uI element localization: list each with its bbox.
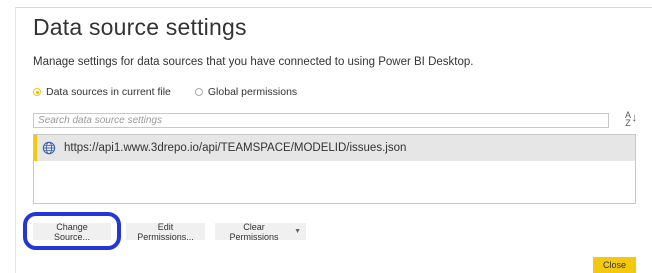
radio-global-permissions[interactable]: Global permissions — [194, 86, 298, 98]
close-button[interactable]: Close — [593, 257, 636, 273]
radio-current-file-label: Data sources in current file — [46, 86, 171, 98]
radio-checked-icon[interactable] — [33, 88, 41, 96]
radio-global-permissions-label: Global permissions — [207, 86, 298, 98]
sort-down-arrow-icon: ↓ — [631, 112, 638, 124]
radio-current-file[interactable]: Data sources in current file — [33, 86, 171, 98]
radio-unchecked-icon[interactable] — [194, 88, 203, 96]
data-source-list: https://api1.www.3drepo.io/api/TEAMSPACE… — [33, 134, 636, 204]
clear-permissions-button[interactable]: Clear Permissions ▼ — [215, 221, 306, 242]
globe-icon — [42, 141, 56, 155]
dialog-top-border — [15, 7, 652, 8]
chevron-down-icon[interactable]: ▼ — [294, 228, 301, 235]
dialog-left-border — [15, 7, 16, 273]
dialog-title: Data source settings — [33, 14, 247, 40]
sort-az-icon[interactable]: A Z ↓ — [619, 111, 637, 129]
dialog-subtitle: Manage settings for data sources that yo… — [33, 56, 474, 68]
list-item[interactable]: https://api1.www.3drepo.io/api/TEAMSPACE… — [34, 135, 635, 161]
search-input[interactable] — [33, 113, 609, 128]
edit-permissions-button[interactable]: Edit Permissions... — [126, 222, 205, 242]
data-source-url: https://api1.www.3drepo.io/api/TEAMSPACE… — [64, 142, 407, 154]
change-source-button[interactable]: Change Source... — [33, 222, 111, 242]
scope-radio-group: Data sources in current file Global perm… — [33, 86, 321, 98]
clear-permissions-label: Clear Permissions — [229, 221, 279, 242]
